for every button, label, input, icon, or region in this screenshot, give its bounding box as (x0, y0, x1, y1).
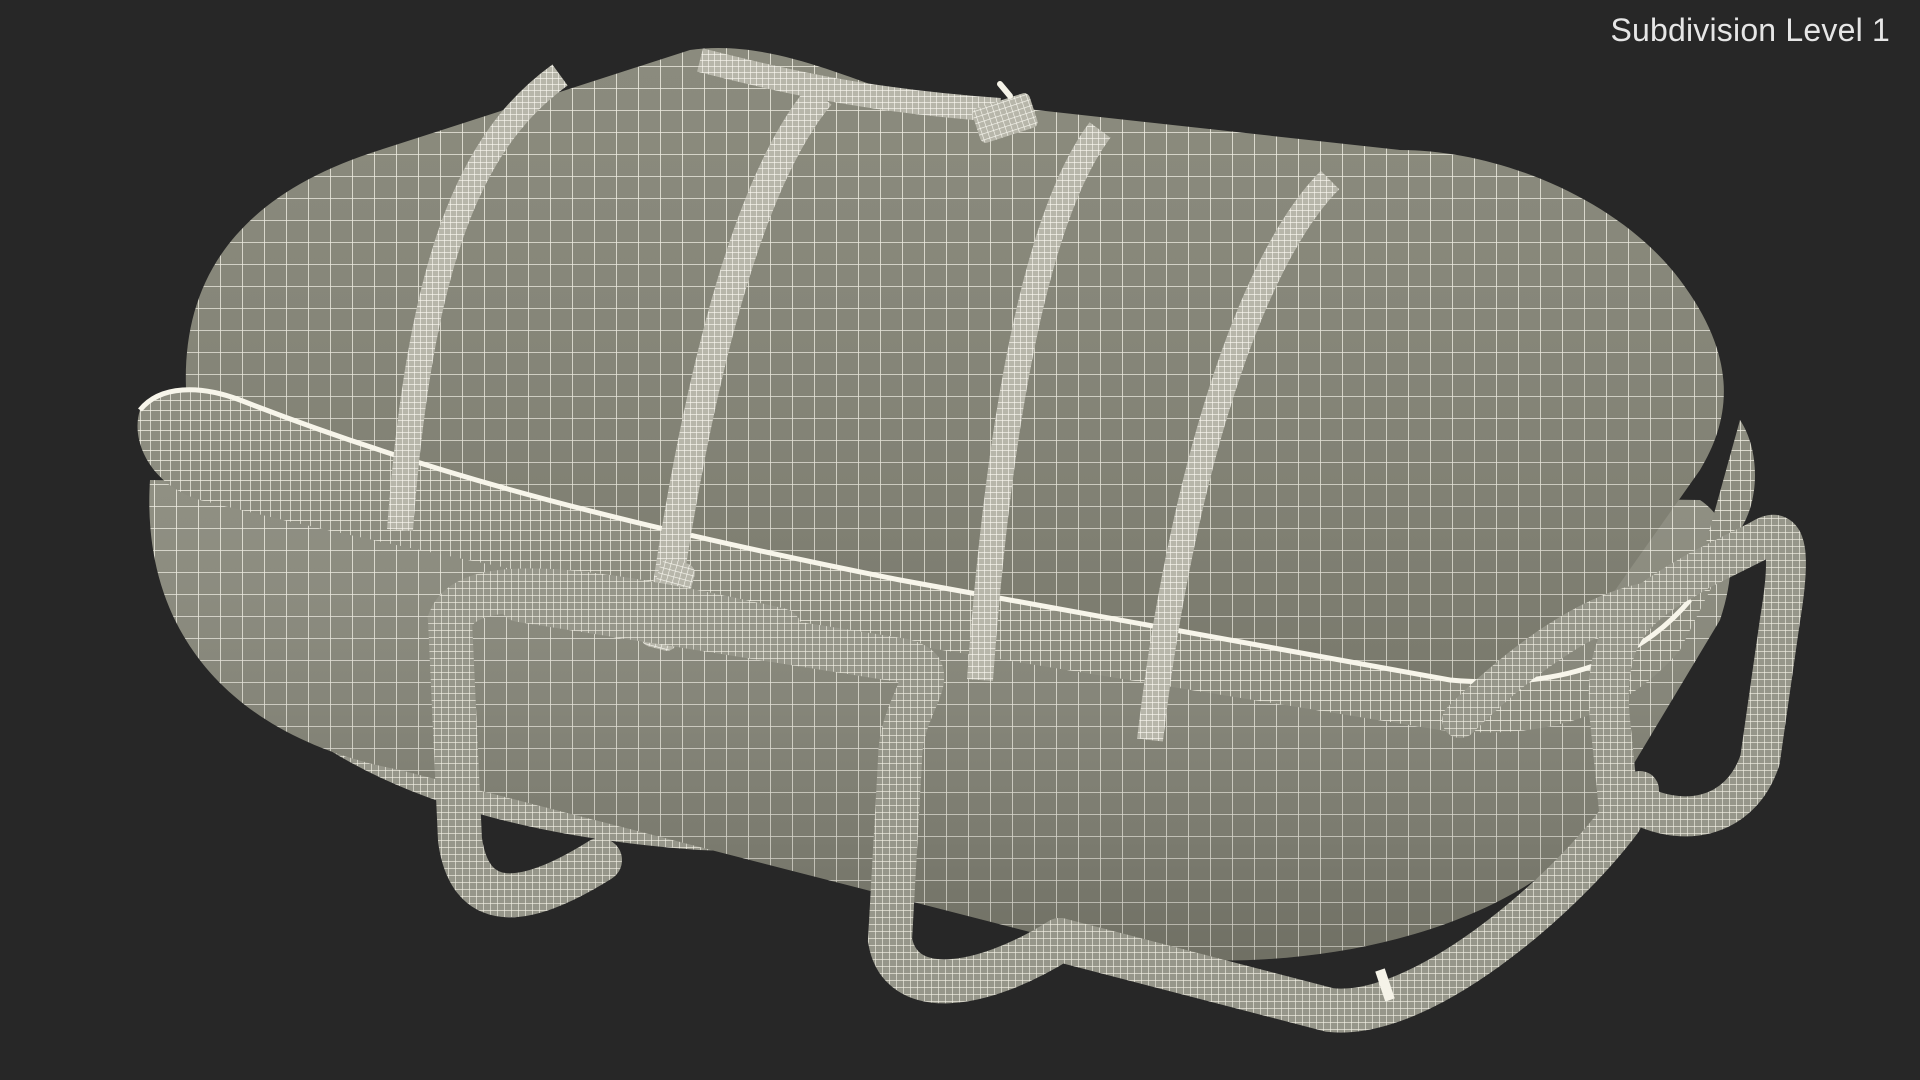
subdivision-level-label: Subdivision Level 1 (1610, 12, 1890, 48)
render-viewport: Subdivision Level 1 (0, 0, 1920, 1080)
wireframe-model (137, 48, 1806, 1033)
